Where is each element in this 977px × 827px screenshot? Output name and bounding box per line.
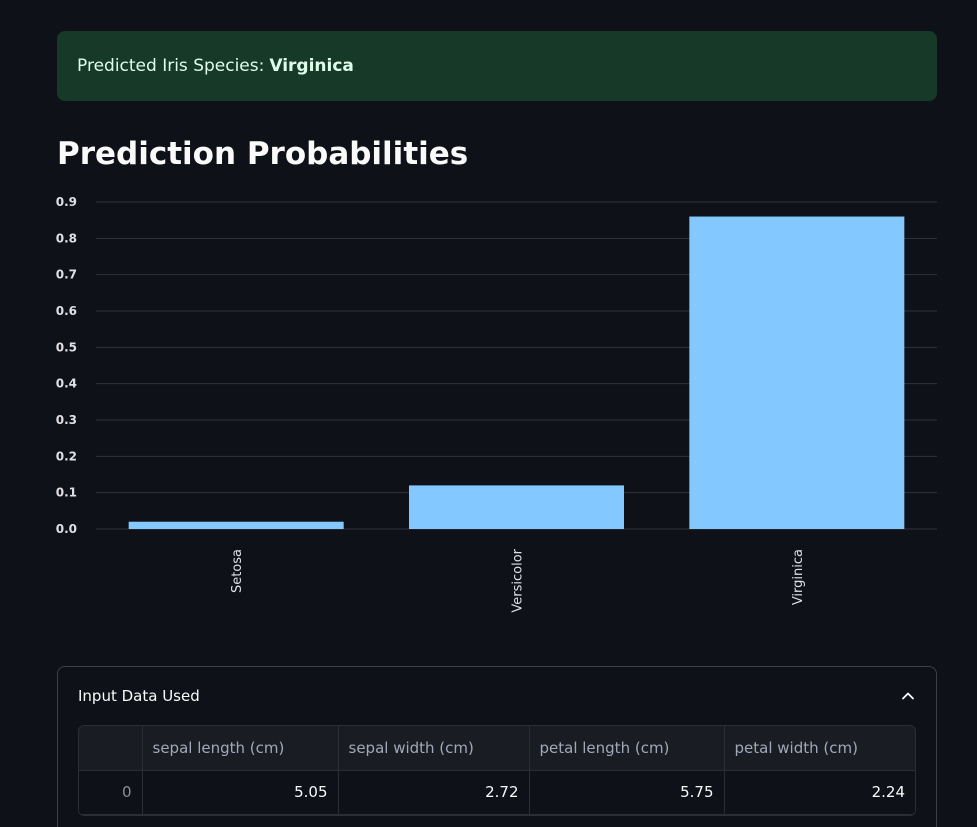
- bar-versicolor[interactable]: [409, 485, 624, 529]
- y-tick-label: 0.6: [56, 304, 77, 318]
- x-tick-label: Setosa: [230, 549, 245, 593]
- y-tick-label: 0.2: [56, 449, 77, 463]
- expander-header[interactable]: Input Data Used: [58, 667, 936, 725]
- expander-title: Input Data Used: [78, 687, 200, 705]
- index-column-header: [79, 726, 143, 771]
- input-dataframe[interactable]: sepal length (cm) sepal width (cm) petal…: [78, 725, 916, 816]
- y-tick-label: 0.7: [56, 268, 77, 282]
- predicted-species: Virginica: [269, 56, 354, 76]
- row-index-cell: 0: [79, 770, 143, 815]
- x-tick-label: Versicolor: [511, 548, 526, 612]
- y-tick-label: 0.8: [56, 231, 77, 245]
- chevron-up-icon[interactable]: [900, 688, 916, 704]
- y-tick-label: 0.5: [56, 340, 77, 354]
- column-header[interactable]: sepal length (cm): [142, 726, 339, 771]
- bar-setosa[interactable]: [128, 521, 344, 529]
- probability-bar-chart: 0.0 0.1 0.2 0.3 0.4 0.5 0.6 0.7 0.8 0.9 Setosa Vers…: [56, 195, 937, 613]
- bar-virginica[interactable]: [689, 216, 905, 529]
- x-tick-label: Virginica: [791, 549, 806, 605]
- table-cell[interactable]: 5.05: [142, 770, 339, 815]
- prediction-alert: Predicted Iris Species: Virginica: [57, 31, 937, 101]
- column-header[interactable]: petal length (cm): [529, 726, 725, 771]
- table-row: 0 5.05 2.72 5.75 2.24: [79, 770, 915, 815]
- section-title: Prediction Probabilities: [57, 136, 469, 172]
- y-tick-label: 0.3: [56, 413, 77, 427]
- table-cell[interactable]: 2.72: [338, 770, 530, 815]
- input-data-expander: Input Data Used sepal length (cm) sepal …: [57, 666, 937, 827]
- column-header[interactable]: petal width (cm): [724, 726, 915, 771]
- y-tick-label: 0.9: [56, 195, 77, 209]
- prediction-alert-prefix: Predicted Iris Species:: [77, 56, 265, 76]
- y-tick-label: 0.4: [56, 377, 77, 391]
- input-table: sepal length (cm) sepal width (cm) petal…: [79, 726, 915, 815]
- y-tick-label: 0.1: [56, 486, 77, 500]
- column-header[interactable]: sepal width (cm): [338, 726, 530, 771]
- y-tick-label: 0.0: [56, 522, 77, 536]
- table-cell[interactable]: 5.75: [529, 770, 725, 815]
- table-header-row: sepal length (cm) sepal width (cm) petal…: [79, 726, 915, 771]
- table-cell[interactable]: 2.24: [724, 770, 915, 815]
- app-page: Predicted Iris Species: Virginica Predic…: [0, 0, 977, 827]
